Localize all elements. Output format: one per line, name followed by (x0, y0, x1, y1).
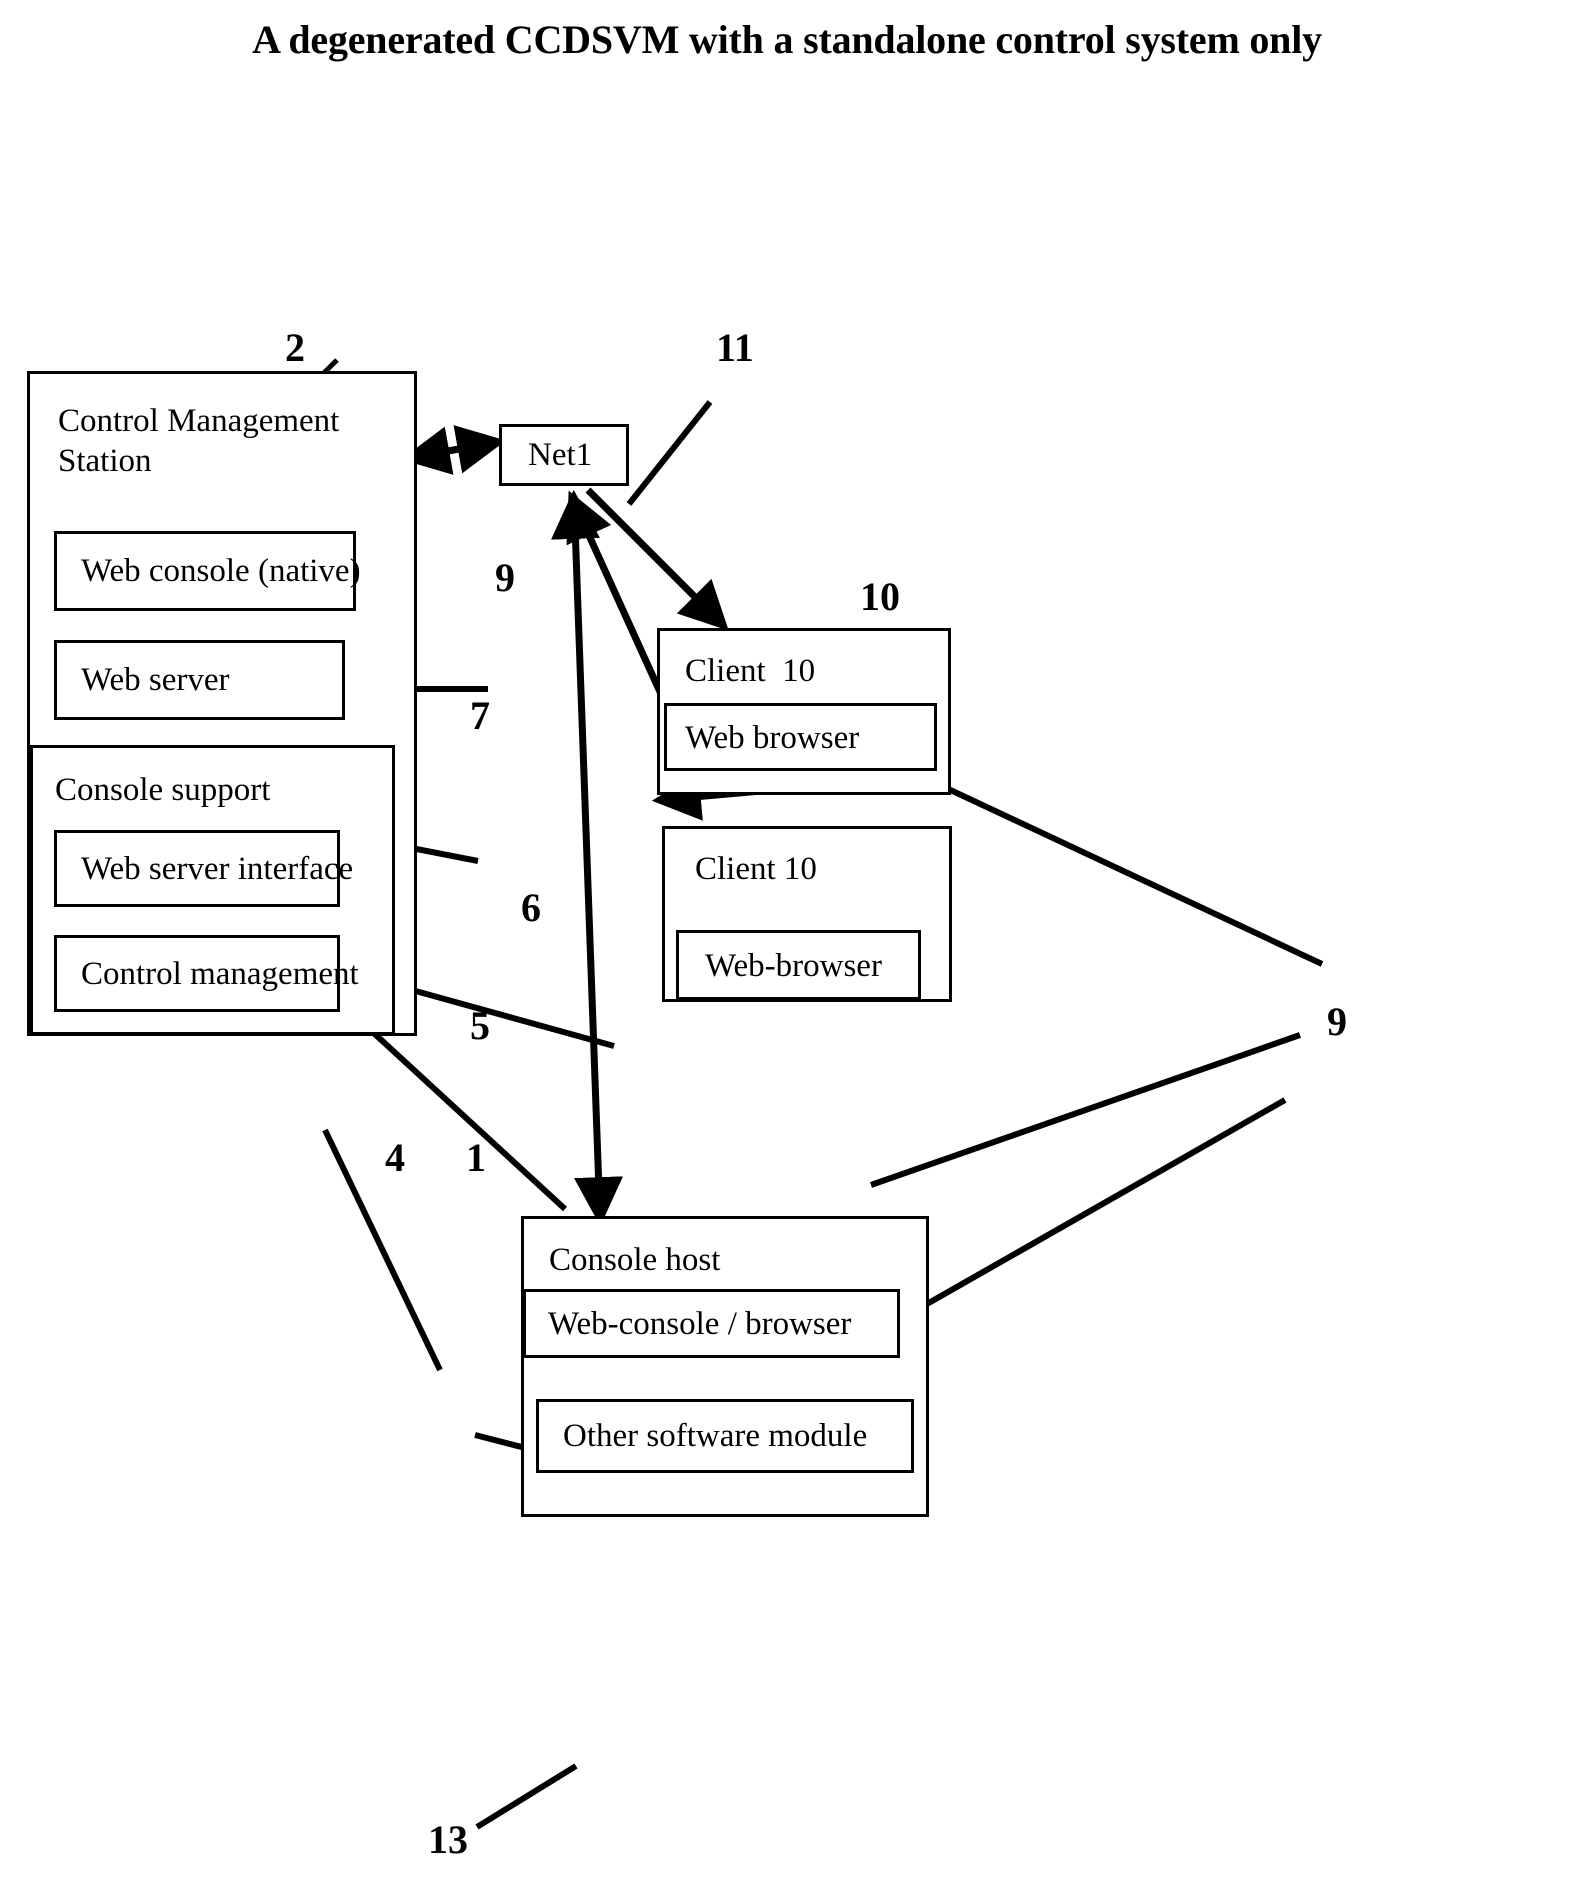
ref-number-6: 6 (521, 885, 541, 930)
web-server-box[interactable]: Web server (54, 640, 345, 720)
arrow-net1-clienta (585, 487, 729, 631)
client-b-web-browser-box[interactable]: Web-browser (676, 930, 921, 1000)
ref-number-1: 1 (466, 1135, 486, 1180)
web-server-label: Web server (81, 662, 230, 698)
leader-line-9-consolehost (874, 1097, 1287, 1336)
ref-number-11: 11 (716, 325, 754, 370)
ref-number-5: 5 (470, 1003, 490, 1048)
web-server-interface-box[interactable]: Web server interface (54, 830, 353, 907)
web-console-browser-box[interactable]: Web-console / browser (523, 1289, 900, 1358)
ref-number-10: 10 (860, 574, 900, 619)
client-b-title: Client 10 (695, 851, 817, 887)
net1-box[interactable]: Net1 (499, 424, 629, 486)
ref-number-7: 7 (470, 693, 490, 738)
leader-line-9-clientB (870, 1032, 1301, 1188)
control-management-label: Control management (81, 956, 359, 992)
control-management-box[interactable]: Control management (54, 935, 359, 1012)
web-console-native-box[interactable]: Web console (native) (54, 531, 361, 611)
web-server-interface-label: Web server interface (81, 851, 354, 887)
other-software-module-label: Other software module (563, 1418, 868, 1454)
arrow-cms-net1 (400, 425, 507, 475)
leader-line-11 (626, 400, 713, 506)
other-software-module-box[interactable]: Other software module (536, 1399, 914, 1473)
leader-line-13 (475, 1763, 578, 1830)
ref-number-4: 4 (385, 1135, 405, 1180)
page-title: A degenerated CCDSVM with a standalone c… (252, 17, 1322, 62)
client-b-web-browser-label: Web-browser (705, 948, 882, 984)
client-a-web-browser-label: Web browser (685, 720, 860, 756)
ref-number-2: 2 (285, 325, 305, 370)
client-a-web-browser-box[interactable]: Web browser (664, 703, 937, 771)
ref-number-13: 13 (428, 1817, 468, 1862)
console-host-title: Console host (549, 1242, 721, 1278)
control-management-station-title: Control Management Station (58, 403, 340, 480)
arrow-net1-consolehost (550, 489, 624, 1227)
web-console-browser-label: Web-console / browser (548, 1306, 852, 1342)
ref-number-9-native: 9 (495, 555, 515, 600)
ref-number-9-browsers: 9 (1327, 999, 1347, 1044)
console-support-title: Console support (55, 772, 271, 808)
net1-label: Net1 (528, 437, 593, 473)
web-console-native-label: Web console (native) (81, 553, 361, 589)
client-a-title: Client 10 (685, 653, 816, 689)
leader-line-4 (322, 1128, 443, 1372)
leader-line-9-clientA (895, 762, 1324, 967)
